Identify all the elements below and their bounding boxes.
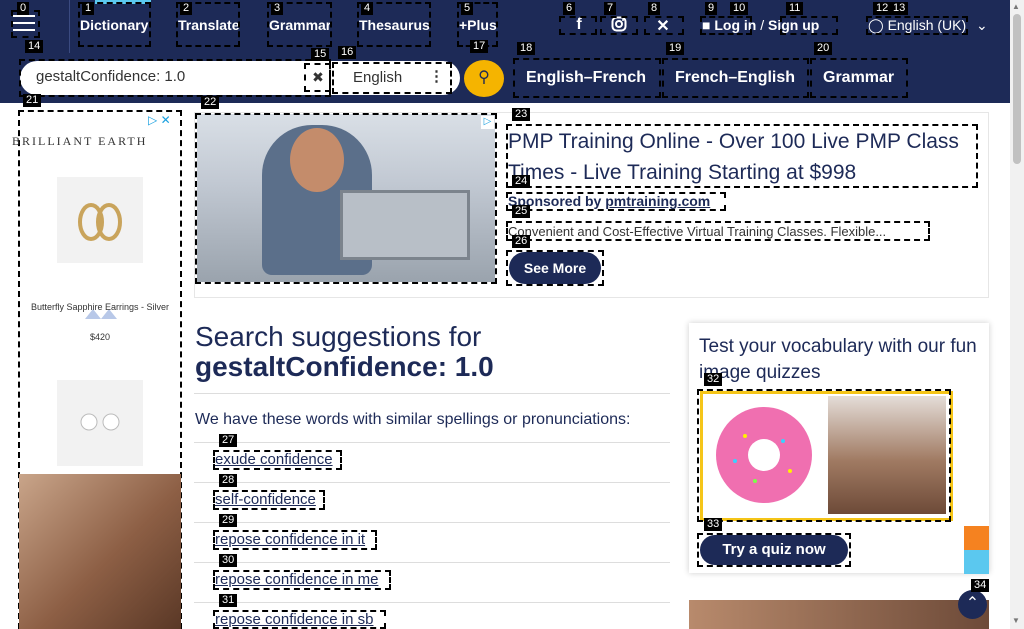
- badge-6: 6: [563, 2, 576, 15]
- dictionary-select-box: [332, 62, 452, 94]
- badge-16: 16: [338, 46, 357, 59]
- divider: [194, 393, 670, 394]
- badge-29: 29: [219, 514, 238, 527]
- scroll-up-arrow-icon[interactable]: ▲: [1012, 2, 1020, 11]
- suggestion-box: [213, 450, 342, 470]
- badge-14: 14: [25, 40, 44, 53]
- badge-7: 7: [604, 2, 617, 15]
- divider: [194, 522, 670, 523]
- x-twitter-box: [644, 16, 684, 35]
- quiz-image-box: [697, 389, 951, 522]
- link-french-english-box: [662, 58, 809, 98]
- badge-24: 24: [512, 175, 531, 188]
- badge-19: 19: [666, 42, 685, 55]
- ad-headline-box: [506, 124, 978, 188]
- language-box: [866, 16, 968, 35]
- badge-10: 10: [730, 2, 749, 15]
- divider: [194, 482, 670, 483]
- badge-34: 34: [971, 579, 990, 592]
- earring-image: [57, 177, 143, 263]
- badge-15: 15: [311, 48, 330, 61]
- instagram-box: [600, 16, 638, 35]
- badge-18: 18: [517, 42, 536, 55]
- article-photo: [689, 600, 989, 629]
- clear-search-box: [304, 63, 331, 92]
- ad-product-caption: Butterfly Sapphire Earrings - Silver: [30, 302, 170, 312]
- try-quiz-box: [697, 533, 851, 567]
- scrollbar-thumb[interactable]: [1013, 14, 1021, 164]
- chevron-up-icon: ⌃: [965, 595, 980, 612]
- facebook-box: [559, 16, 597, 35]
- badge-17: 17: [470, 40, 489, 53]
- search-query-heading: gestaltConfidence: 1.0: [195, 351, 494, 382]
- feedback-tab[interactable]: [964, 550, 989, 574]
- badge-13: 13: [890, 2, 909, 15]
- badge-31: 31: [219, 594, 238, 607]
- ad-brand-logo: BRILLIANT EARTH: [12, 134, 148, 148]
- divider: [194, 602, 670, 603]
- back-to-top-button[interactable]: ⌃: [958, 590, 987, 619]
- ad-sponsor-box: [506, 192, 726, 211]
- badge-3: 3: [271, 2, 284, 15]
- link-grammar-box: [810, 58, 908, 98]
- badge-27: 27: [219, 434, 238, 447]
- divider: [194, 442, 670, 443]
- see-more-box: [506, 250, 604, 286]
- search-submit-button[interactable]: ⚲: [464, 60, 504, 97]
- feedback-tab[interactable]: [964, 526, 989, 550]
- badge-12: 12: [873, 2, 892, 15]
- badge-2: 2: [180, 2, 193, 15]
- badge-5: 5: [461, 2, 474, 15]
- badge-1: 1: [82, 2, 95, 15]
- top-navigation-bar: [0, 0, 1010, 53]
- badge-4: 4: [361, 2, 374, 15]
- badge-21: 21: [23, 94, 42, 107]
- badge-20: 20: [814, 42, 833, 55]
- ad-product-price: $420: [90, 332, 111, 342]
- link-english-french-box: [513, 58, 661, 98]
- badge-23: 23: [512, 108, 531, 121]
- suggestion-box: [213, 610, 386, 629]
- sapphire-earring-image: [57, 279, 143, 355]
- suggestions-intro: We have these words with similar spellin…: [195, 411, 631, 428]
- ad-description-box: [506, 221, 930, 241]
- divider: [194, 562, 670, 563]
- suggestion-box: [213, 570, 391, 590]
- badge-8: 8: [648, 2, 661, 15]
- search-input-box: [19, 59, 331, 97]
- badge-33: 33: [704, 518, 723, 531]
- badge-26: 26: [512, 235, 531, 248]
- badge-9: 9: [705, 2, 718, 15]
- badge-11: 11: [786, 2, 804, 15]
- stud-earring-image: [57, 380, 143, 466]
- search-icon: ⚲: [478, 69, 490, 86]
- ad-photo-box: [195, 113, 497, 284]
- auth-separator: /: [760, 17, 765, 33]
- suggestion-box: [213, 530, 377, 550]
- quiz-title: Test your vocabulary with our fun image …: [699, 336, 977, 383]
- badge-0: 0: [17, 2, 30, 15]
- page-title: Search suggestions for: [195, 321, 482, 352]
- badge-32: 32: [704, 373, 723, 386]
- suggestion-box: [213, 490, 325, 510]
- badge-22: 22: [201, 96, 220, 109]
- badge-28: 28: [219, 474, 238, 487]
- badge-30: 30: [219, 554, 238, 567]
- signup-box: [780, 16, 838, 35]
- adchoices-icon[interactable]: ▷ ✕: [148, 113, 171, 127]
- chevron-down-icon: ⌄: [976, 17, 988, 33]
- model-photo: [19, 474, 181, 629]
- nav-divider: [69, 0, 70, 53]
- scroll-down-arrow-icon[interactable]: ▼: [1012, 616, 1020, 625]
- login-box: [700, 16, 752, 35]
- badge-25: 25: [512, 205, 531, 218]
